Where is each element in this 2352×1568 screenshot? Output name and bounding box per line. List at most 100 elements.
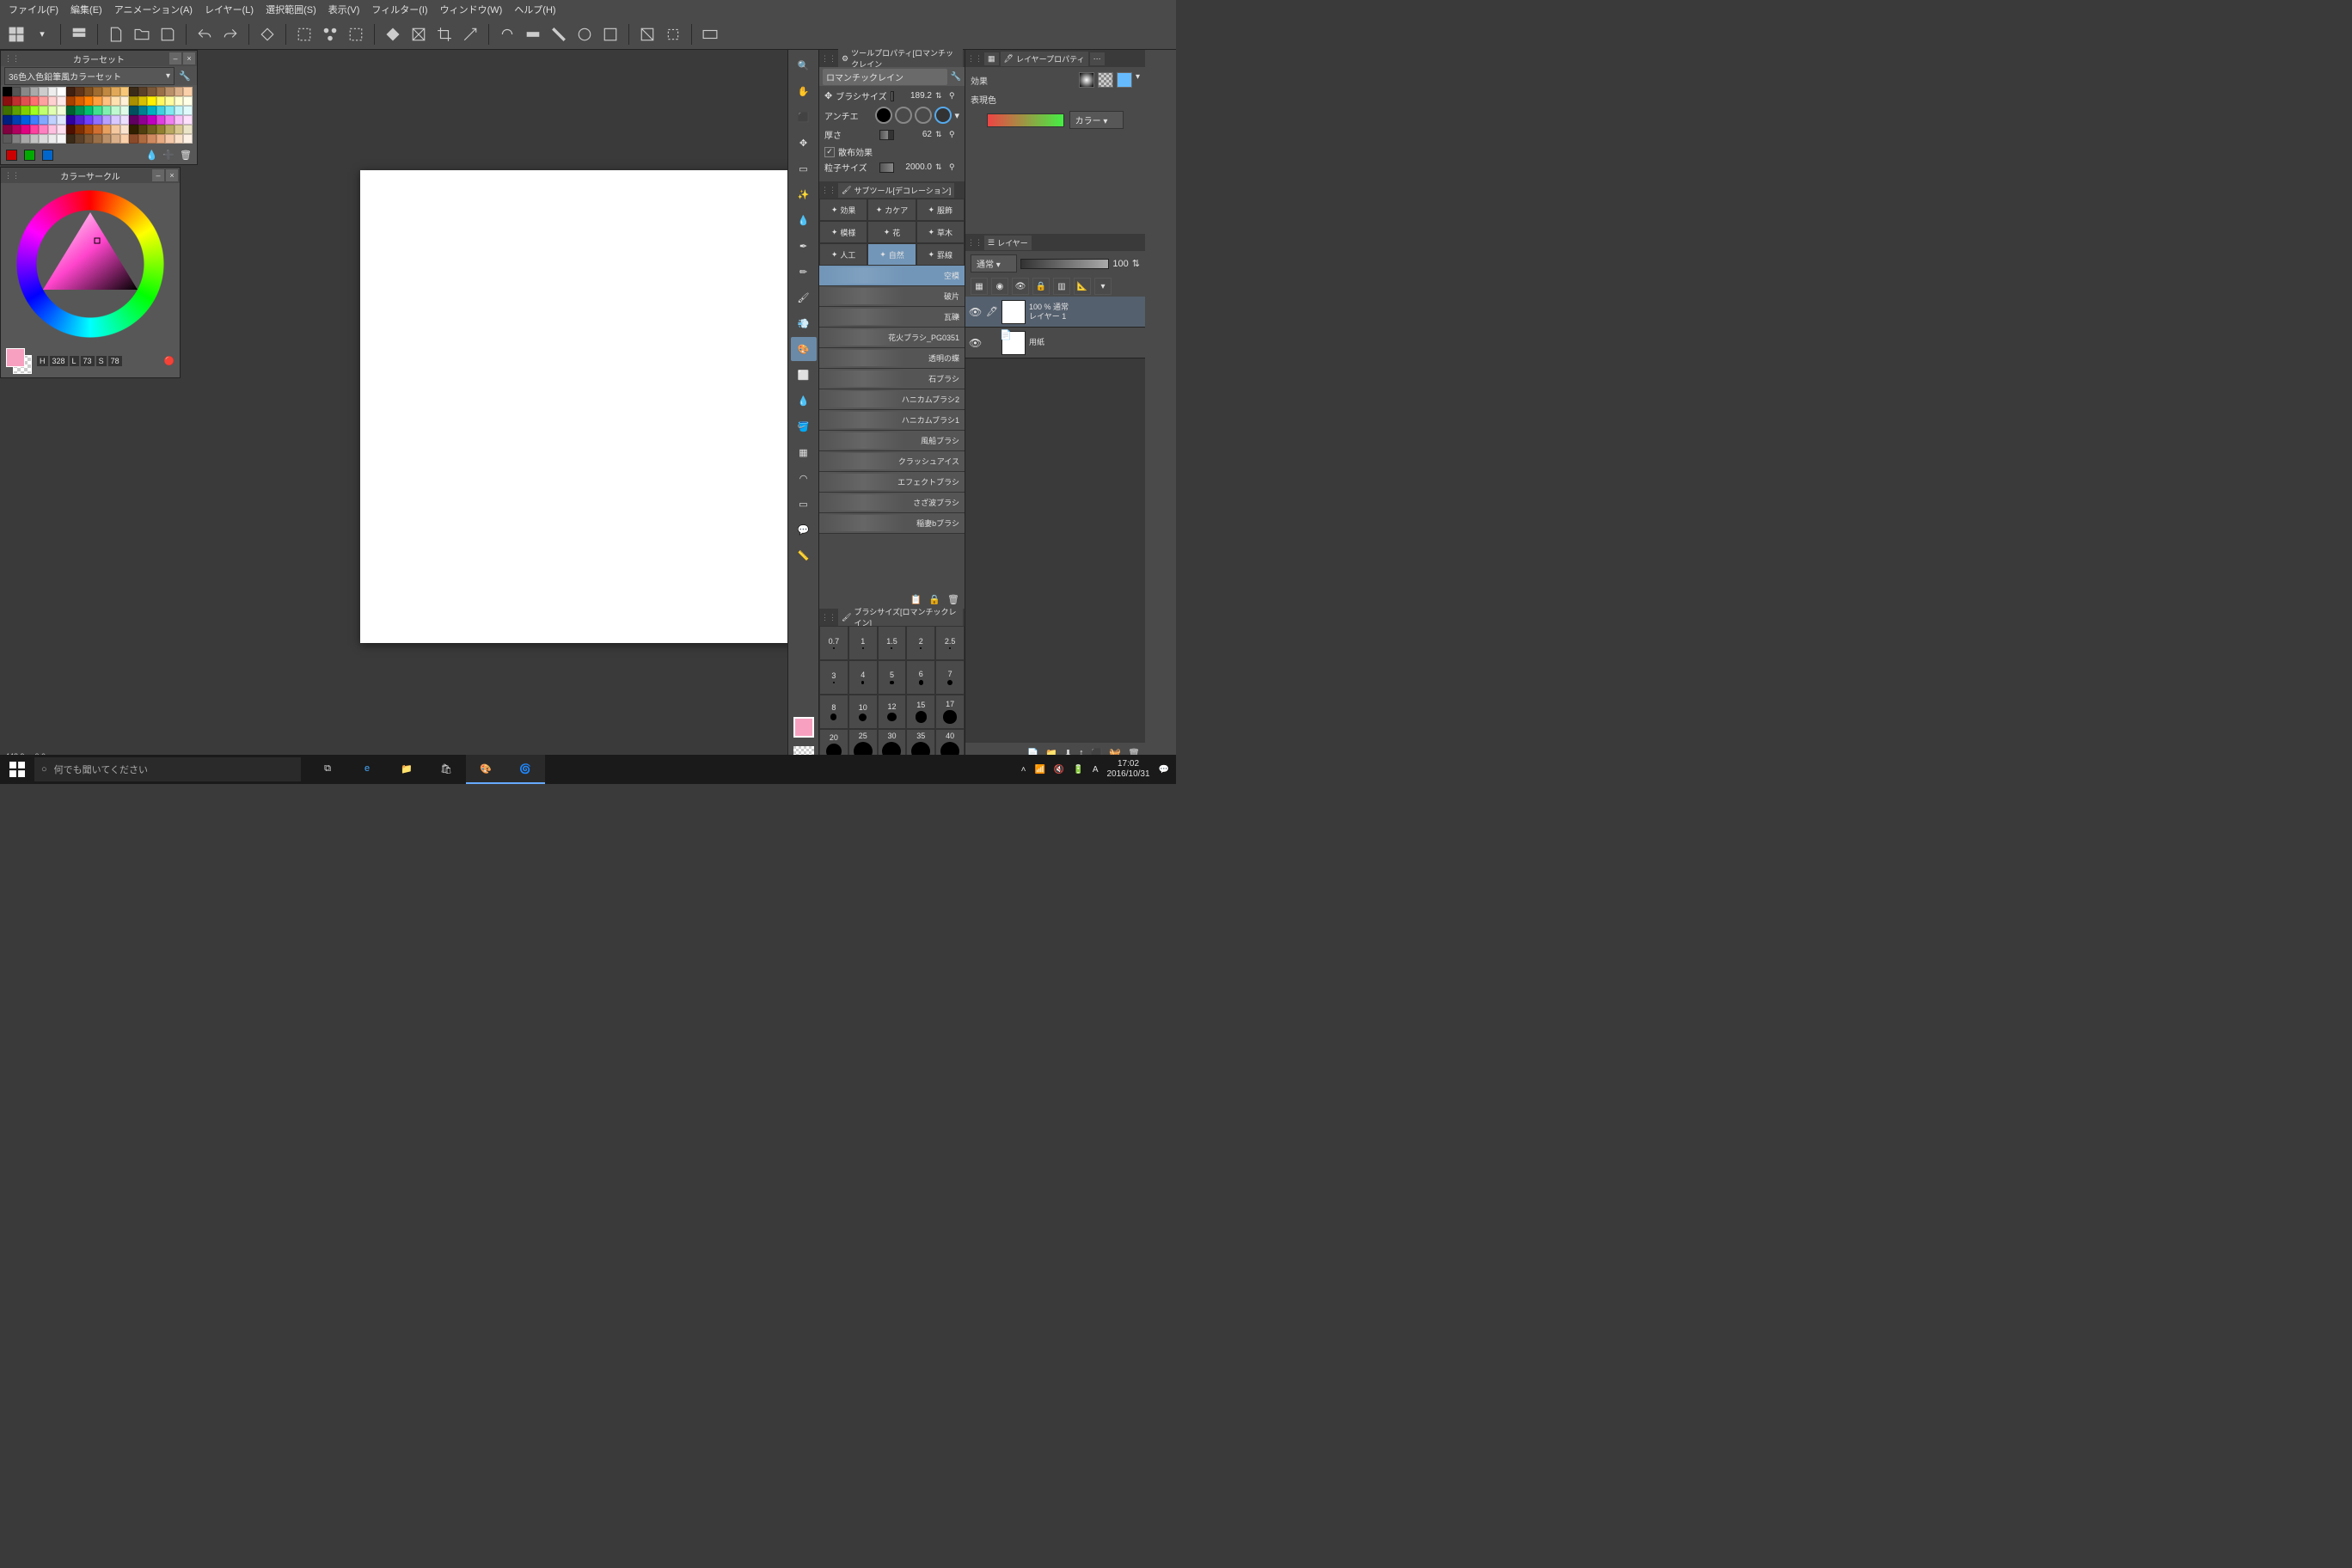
- minimize-icon[interactable]: –: [152, 169, 164, 181]
- color-swatch[interactable]: [21, 87, 30, 96]
- subtool-category[interactable]: ✦人工: [819, 243, 867, 266]
- brush-menu-icon[interactable]: 📋: [910, 594, 922, 605]
- grip-icon[interactable]: ⋮⋮: [967, 54, 983, 64]
- delete-icon[interactable]: [256, 23, 279, 46]
- edge-icon[interactable]: e: [347, 755, 387, 784]
- opacity-slider[interactable]: [1020, 259, 1110, 269]
- clip-studio-icon[interactable]: 🎨: [466, 755, 505, 784]
- color-swatch[interactable]: [30, 115, 40, 125]
- wrench-icon[interactable]: 🔧: [951, 72, 961, 82]
- grip-icon[interactable]: ⋮⋮: [821, 186, 836, 195]
- color-swatch[interactable]: [48, 96, 58, 106]
- fill-tool-icon[interactable]: 🪣: [791, 414, 817, 438]
- foreground-color[interactable]: [6, 348, 25, 367]
- add-swatch-icon[interactable]: ➕: [162, 150, 175, 161]
- color-swatch[interactable]: [21, 106, 30, 115]
- crop-icon[interactable]: [433, 23, 456, 46]
- color-swatch[interactable]: [21, 125, 30, 134]
- color-swatch[interactable]: [39, 134, 48, 144]
- symmetry-icon[interactable]: [599, 23, 622, 46]
- ruler-tool-icon[interactable]: 📏: [791, 543, 817, 567]
- color-swatch[interactable]: [129, 96, 138, 106]
- color-swatch[interactable]: [39, 125, 48, 134]
- brush-size-cell[interactable]: 15: [906, 695, 935, 729]
- layer-color-icon[interactable]: ▾: [1094, 278, 1112, 295]
- brush-item[interactable]: ハニカムブラシ2: [819, 389, 965, 410]
- layerprop-tab-1[interactable]: ▦: [984, 52, 999, 65]
- clock[interactable]: 17:02 2016/10/31: [1106, 759, 1149, 780]
- layer-lock-icon[interactable]: 🔒: [1032, 278, 1050, 295]
- link-icon[interactable]: ⚲: [949, 91, 959, 101]
- color-swatch[interactable]: [156, 87, 166, 96]
- brush-size-cell[interactable]: 0.7: [819, 626, 848, 660]
- color-swatch[interactable]: [39, 96, 48, 106]
- stepper-icon[interactable]: ⇅: [935, 91, 946, 101]
- close-icon[interactable]: ×: [166, 169, 178, 181]
- color-swatch[interactable]: [102, 96, 112, 106]
- action-center-icon[interactable]: 💬: [1159, 765, 1169, 775]
- color-swatch[interactable]: [183, 87, 193, 96]
- timeline-icon[interactable]: [699, 23, 721, 46]
- color-swatch[interactable]: [48, 115, 58, 125]
- link-icon[interactable]: ⚲: [949, 130, 959, 139]
- menu-selection[interactable]: 選択範囲(S): [260, 1, 322, 18]
- color-swatch[interactable]: [156, 134, 166, 144]
- edit-target-icon[interactable]: 🖊: [986, 306, 998, 317]
- grip-icon[interactable]: ⋮⋮: [4, 54, 20, 64]
- select-all-icon[interactable]: [293, 23, 315, 46]
- fg-bg-swatches[interactable]: [6, 348, 32, 374]
- stepper-icon[interactable]: ⇅: [935, 130, 946, 139]
- color-swatch[interactable]: [21, 115, 30, 125]
- brush-size-cell[interactable]: 10: [848, 695, 878, 729]
- handle-icon[interactable]: ✥: [824, 90, 832, 101]
- color-swatch[interactable]: [30, 106, 40, 115]
- airbrush-tool-icon[interactable]: 💨: [791, 311, 817, 335]
- color-swatch[interactable]: [183, 96, 193, 106]
- color-swatch[interactable]: [102, 125, 112, 134]
- search-box[interactable]: ○ 何でも聞いてください: [34, 757, 301, 781]
- start-button[interactable]: [0, 755, 34, 784]
- wrench-icon[interactable]: 🔧: [176, 67, 193, 84]
- volume-icon[interactable]: 🔇: [1054, 765, 1064, 775]
- stepper-icon[interactable]: ⇅: [935, 162, 946, 172]
- color-swatch[interactable]: [84, 134, 94, 144]
- color-swatch[interactable]: [175, 96, 184, 106]
- color-swatch[interactable]: [147, 125, 156, 134]
- color-swatch[interactable]: [75, 134, 84, 144]
- color-swatch[interactable]: [84, 115, 94, 125]
- subtool-category[interactable]: ✦草木: [916, 221, 965, 243]
- color-swatch[interactable]: [165, 134, 175, 144]
- color-swatch[interactable]: [3, 125, 12, 134]
- chevron-down-icon[interactable]: ▾: [1136, 72, 1140, 88]
- brush-tool-icon[interactable]: 🖌: [791, 285, 817, 309]
- color-swatch[interactable]: [12, 106, 21, 115]
- color-swatch[interactable]: [84, 87, 94, 96]
- color-circle-mode-icon[interactable]: 🔴: [164, 357, 175, 366]
- mini-swatch[interactable]: [24, 150, 35, 161]
- particle-slider[interactable]: [879, 162, 894, 173]
- grip-icon[interactable]: ⋮⋮: [967, 238, 983, 248]
- app2-icon[interactable]: 🌀: [505, 755, 545, 784]
- auto-select-tool-icon[interactable]: ✨: [791, 182, 817, 206]
- explorer-icon[interactable]: 📁: [387, 755, 426, 784]
- brush-size-cell[interactable]: 4: [848, 660, 878, 695]
- color-swatch[interactable]: [12, 134, 21, 144]
- grid-snap-icon[interactable]: [573, 23, 596, 46]
- color-swatch[interactable]: [3, 87, 12, 96]
- menu-edit[interactable]: 編集(E): [65, 1, 107, 18]
- visibility-icon[interactable]: 👁: [969, 306, 983, 318]
- color-swatch[interactable]: [129, 87, 138, 96]
- color-swatch[interactable]: [129, 106, 138, 115]
- color-swatch[interactable]: [12, 125, 21, 134]
- layer-tab[interactable]: ☰レイヤー: [984, 236, 1032, 250]
- color-swatch[interactable]: [57, 115, 66, 125]
- chevron-down-icon[interactable]: ▾: [954, 110, 959, 121]
- color-swatch[interactable]: [30, 96, 40, 106]
- brush-size-cell[interactable]: 6: [906, 660, 935, 695]
- grip-icon[interactable]: ⋮⋮: [4, 171, 20, 181]
- color-swatch[interactable]: [129, 134, 138, 144]
- color-swatch[interactable]: [93, 96, 102, 106]
- color-swatch[interactable]: [30, 87, 40, 96]
- gradient-tool-icon[interactable]: ▦: [791, 440, 817, 464]
- color-swatch[interactable]: [3, 106, 12, 115]
